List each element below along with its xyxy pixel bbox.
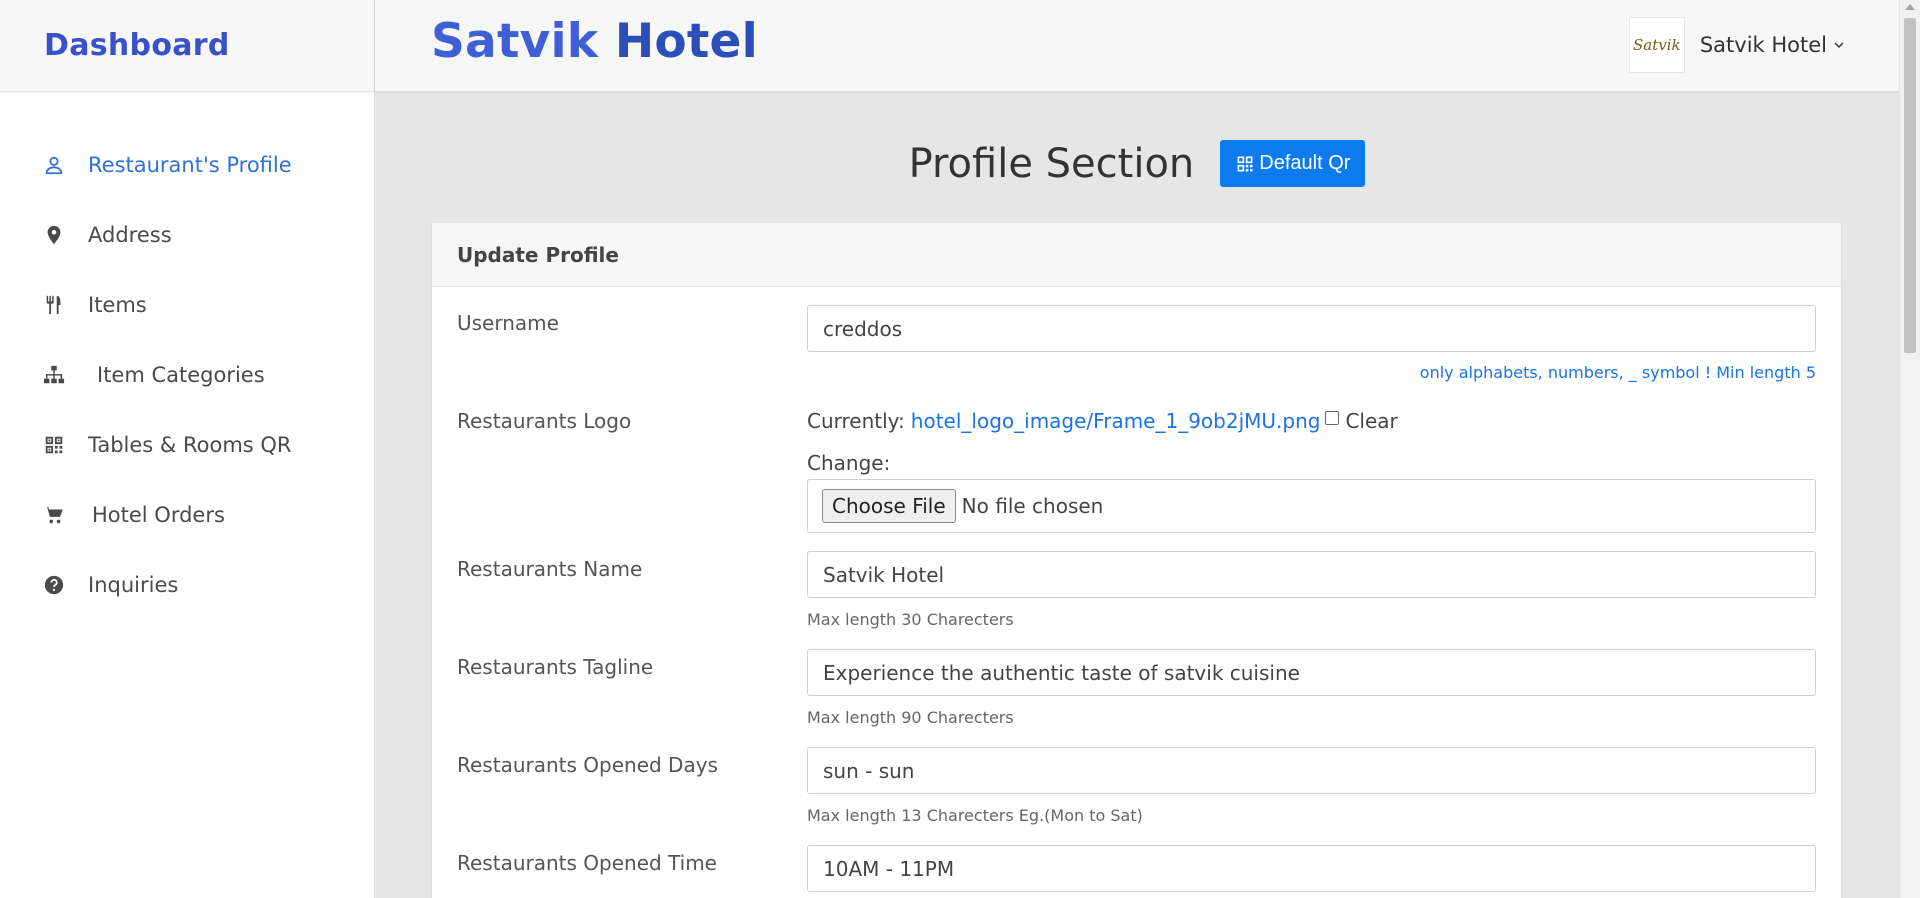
sidebar-item-label: Items xyxy=(88,293,147,317)
cart-icon xyxy=(42,503,66,527)
name-input[interactable]: Satvik Hotel xyxy=(807,551,1816,598)
opened-time-row: Restaurants Opened Time 10AM - 11PM xyxy=(457,845,1816,898)
opened-days-input[interactable]: sun - sun xyxy=(807,747,1816,794)
page-scrollbar[interactable] xyxy=(1899,0,1920,898)
sidebar-item-restaurants-profile[interactable]: Restaurant's Profile xyxy=(0,130,374,200)
page-title: Satvik Hotel xyxy=(431,14,758,69)
sidebar-item-label: Address xyxy=(88,223,172,247)
sitemap-icon xyxy=(42,363,66,387)
chevron-down-icon xyxy=(1834,42,1844,49)
opened-days-label: Restaurants Opened Days xyxy=(457,753,718,777)
user-menu[interactable]: Satvik Satvik Hotel xyxy=(1628,17,1845,73)
opened-time-label: Restaurants Opened Time xyxy=(457,851,717,875)
sidebar-item-tables-rooms-qr[interactable]: Tables & Rooms QR xyxy=(0,410,374,480)
user-name: Satvik Hotel xyxy=(1699,33,1827,57)
sidebar-item-label: Tables & Rooms QR xyxy=(88,433,292,457)
clear-label: Clear xyxy=(1345,409,1398,433)
qr-code-icon xyxy=(1237,156,1253,171)
profile-section-title: Profile Section xyxy=(908,140,1195,187)
logo-file-input[interactable]: Choose File No file chosen xyxy=(807,479,1816,533)
sidebar-item-label: Inquiries xyxy=(88,573,179,597)
sidebar: Dashboard Restaurant's Profile Address I… xyxy=(0,0,375,898)
sidebar-item-label: Restaurant's Profile xyxy=(88,153,292,177)
utensils-icon xyxy=(42,293,66,317)
sidebar-item-inquiries[interactable]: Inquiries xyxy=(0,550,374,620)
username-label: Username xyxy=(457,311,559,335)
name-label: Restaurants Name xyxy=(457,557,643,581)
card-header: Update Profile xyxy=(432,223,1841,287)
scrollbar-thumb[interactable] xyxy=(1904,18,1916,353)
title-first-word: Satvik xyxy=(431,14,599,69)
update-profile-card: Update Profile Username creddos only alp… xyxy=(431,222,1842,898)
default-qr-button[interactable]: Default Qr xyxy=(1220,140,1366,187)
current-logo: Currently: hotel_logo_image/Frame_1_9ob2… xyxy=(807,409,1398,433)
sidebar-item-address[interactable]: Address xyxy=(0,200,374,270)
tagline-label: Restaurants Tagline xyxy=(457,655,654,679)
sidebar-brand[interactable]: Dashboard xyxy=(0,0,374,92)
sidebar-item-hotel-orders[interactable]: Hotel Orders xyxy=(0,480,374,550)
change-label: Change: xyxy=(807,451,891,475)
question-circle-icon xyxy=(42,573,66,597)
logo-row: Restaurants Logo Currently: hotel_logo_i… xyxy=(457,409,1816,539)
username-row: Username creddos only alphabets, numbers… xyxy=(457,305,1816,391)
clear-checkbox[interactable] xyxy=(1325,411,1340,425)
dashboard-link[interactable]: Dashboard xyxy=(44,28,230,63)
tagline-row: Restaurants Tagline Experience the authe… xyxy=(457,649,1816,735)
sidebar-item-label: Hotel Orders xyxy=(92,503,225,527)
username-input[interactable]: creddos xyxy=(807,305,1816,352)
name-row: Restaurants Name Satvik Hotel Max length… xyxy=(457,551,1816,637)
topbar: Satvik Hotel Satvik Satvik Hotel xyxy=(375,0,1899,92)
qr-code-icon xyxy=(42,433,66,457)
avatar: Satvik xyxy=(1628,17,1685,73)
avatar-logo-text: Satvik xyxy=(1633,36,1681,54)
sidebar-item-item-categories[interactable]: Item Categories xyxy=(0,340,374,410)
logo-label: Restaurants Logo xyxy=(457,409,632,433)
opened-time-input[interactable]: 10AM - 11PM xyxy=(807,845,1816,892)
tagline-input[interactable]: Experience the authentic taste of satvik… xyxy=(807,649,1816,696)
opened-days-help: Max length 13 Charecters Eg.(Mon to Sat) xyxy=(807,806,1143,825)
logo-file-link[interactable]: hotel_logo_image/Frame_1_9ob2jMU.png xyxy=(911,409,1321,433)
username-help: only alphabets, numbers, _ symbol ! Min … xyxy=(1419,363,1816,382)
sidebar-item-label: Item Categories xyxy=(97,363,265,387)
title-second-word: Hotel xyxy=(614,14,758,69)
choose-file-button[interactable]: Choose File xyxy=(822,489,956,523)
currently-label: Currently: xyxy=(807,409,905,433)
profile-heading: Profile Section Default Qr xyxy=(375,140,1899,187)
user-icon xyxy=(42,153,66,177)
name-help: Max length 30 Charecters xyxy=(807,610,1014,629)
default-qr-label: Default Qr xyxy=(1259,152,1351,174)
sidebar-item-items[interactable]: Items xyxy=(0,270,374,340)
opened-days-row: Restaurants Opened Days sun - sun Max le… xyxy=(457,747,1816,833)
sidebar-nav: Restaurant's Profile Address Items Item … xyxy=(0,130,374,620)
tagline-help: Max length 90 Charecters xyxy=(807,708,1014,727)
map-pin-icon xyxy=(42,223,66,247)
no-file-text: No file chosen xyxy=(961,494,1104,518)
scroll-up-arrow-icon[interactable] xyxy=(1905,4,1915,10)
